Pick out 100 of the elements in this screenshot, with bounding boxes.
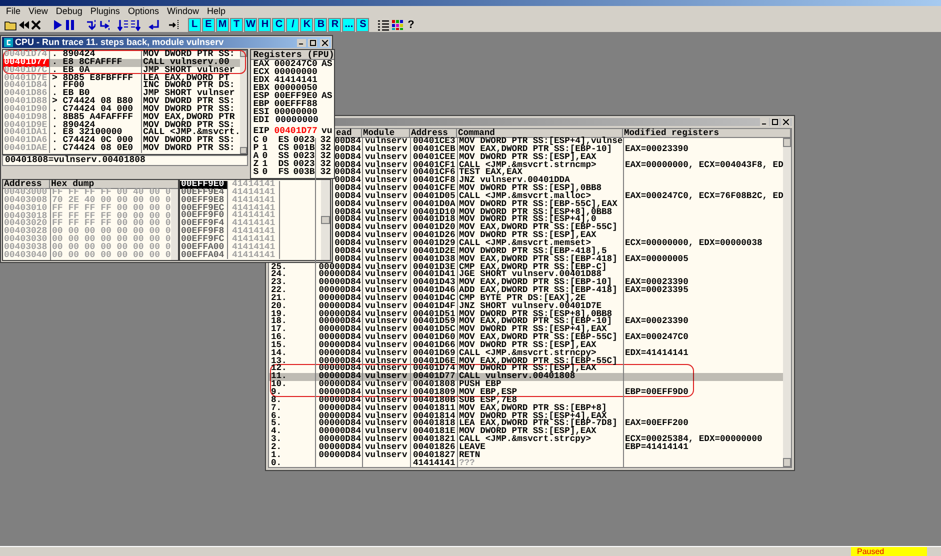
toolbar-button[interactable]: S <box>356 18 370 32</box>
toolbar-button[interactable]: B <box>314 18 328 32</box>
address-cell-text: 00403010 <box>3 204 48 213</box>
toolbar-button[interactable]: W <box>244 18 258 32</box>
maximize-button[interactable] <box>770 118 779 126</box>
address-cell-text: 00403000 <box>3 189 48 197</box>
menu-item[interactable]: Plugins <box>86 6 124 17</box>
toolbar-button[interactable]: E <box>202 18 215 32</box>
address-cell: 00401D20 <box>410 224 457 232</box>
address-cell-text: 00401D74 <box>3 51 48 59</box>
address-cell-text: 00EFF9F0 <box>180 212 226 220</box>
register-value[interactable]: 00EFFF88 <box>274 100 318 108</box>
address-cell: 00401D69 <box>410 350 457 358</box>
address-cell: 00401D6E <box>410 358 457 366</box>
index-cell-text: 24. <box>270 271 288 280</box>
flag-name: C <box>253 136 260 144</box>
register-value[interactable]: 00000000 <box>274 108 318 116</box>
thread-cell: 00000D84 <box>315 381 362 389</box>
scrollbar[interactable] <box>783 138 791 468</box>
maximize-button[interactable] <box>308 38 317 46</box>
thread-cell: 00000D84 <box>315 404 362 413</box>
menu-item[interactable]: Window <box>162 6 203 17</box>
address-cell-text: 00403008 <box>3 196 48 205</box>
toolbar-button[interactable]: C <box>272 18 286 32</box>
column-header[interactable]: Address <box>410 129 457 138</box>
thread-cell: 00000D84 <box>315 279 362 288</box>
help-button[interactable]: ? <box>405 18 416 32</box>
flag-name: S <box>253 168 260 176</box>
command-cell: ADD EAX,DWORD PTR SS:[EBP-418] <box>457 287 623 295</box>
register-name: ESI <box>253 108 270 116</box>
menu-item[interactable]: Options <box>124 6 163 17</box>
address-cell-text: 00403038 <box>3 244 48 252</box>
command-cell: CALL <JMP.&msvcrt.malloc> <box>457 192 623 201</box>
command-cell: MOV EAX,DWORD PTR SS:[EBP-55C] <box>457 334 623 342</box>
pane-header: Registers (FPU) <box>251 50 334 60</box>
thread-cell: 00000D84 <box>315 373 362 382</box>
address-cell-text: 00401D9E <box>3 122 48 130</box>
address-cell-text: 00403030 <box>3 236 48 244</box>
register-name: EDI <box>253 116 270 124</box>
column-header[interactable]: Address <box>3 180 50 189</box>
index-cell-text: 21. <box>270 294 288 303</box>
address-cell: 00401821 <box>410 436 457 444</box>
address-cell-text: 00403028 <box>3 228 48 236</box>
toolbar-button[interactable]: K <box>300 18 314 32</box>
register-value[interactable]: 00401D77 <box>274 127 318 135</box>
toolbar-button[interactable]: M <box>216 18 229 32</box>
value-cell: 41414141 <box>227 212 279 220</box>
minimize-button[interactable] <box>297 38 306 46</box>
address-cell: 00401D51 <box>410 310 457 318</box>
register-value[interactable]: 00000000 <box>274 116 320 124</box>
thread-cell: 00000D84 <box>315 310 362 318</box>
index-cell-text: 18. <box>270 318 288 326</box>
scrollbar[interactable] <box>240 50 248 154</box>
play-icon[interactable] <box>52 18 63 30</box>
value-cell: 41414141 <box>227 196 279 205</box>
scrollbar[interactable] <box>321 180 330 260</box>
module-cell: vulnserv <box>362 192 410 201</box>
value-cell: 41414141 <box>227 188 279 197</box>
module-cell: vulnserv <box>362 232 410 240</box>
toolbar-button[interactable]: L <box>188 18 201 32</box>
minimize-button[interactable] <box>760 118 769 126</box>
toolbar-button[interactable]: R <box>328 18 342 32</box>
address-cell-text: 00401D98 <box>3 114 48 122</box>
address-cell: 00401D0A <box>410 200 457 209</box>
register-value[interactable]: 00000000 <box>274 68 318 76</box>
thread-cell: 00000D84 <box>315 365 362 374</box>
menu-item[interactable]: View <box>24 6 52 17</box>
register-value[interactable]: 00EFF9E0 <box>274 92 318 100</box>
thread-cell: 00000D84 <box>315 420 362 428</box>
toolbar-button[interactable]: H <box>258 18 272 32</box>
index-cell-text: 8. <box>270 396 283 405</box>
grid-icon[interactable] <box>391 18 404 30</box>
menu-item[interactable]: Debug <box>52 6 86 17</box>
menu-item[interactable]: Help <box>202 6 230 17</box>
command-cell: MOV DWORD PTR SS:[ESP],EAX <box>457 428 623 436</box>
address-cell-text: 00401DA1 <box>3 129 48 138</box>
column-header[interactable]: Module <box>362 129 410 138</box>
command-cell: TEST EAX,EAX <box>457 169 623 178</box>
address-cell-text: 00EFF9E4 <box>180 188 226 197</box>
module-cell: vulnserv <box>362 154 410 162</box>
close-button[interactable] <box>781 118 790 126</box>
register-value[interactable]: 41414141 <box>274 76 318 84</box>
module-cell: vulnserv <box>362 381 410 389</box>
module-cell: vulnserv <box>362 208 410 216</box>
close-icon[interactable] <box>31 20 41 30</box>
scrollbar[interactable] <box>170 189 178 260</box>
index-cell-text: 17. <box>270 326 288 334</box>
address-cell: 00401814 <box>410 412 457 420</box>
menu-item[interactable]: File <box>2 6 25 17</box>
close-button[interactable] <box>320 38 329 46</box>
command-cell: MOV EBP,ESP <box>457 389 623 397</box>
module-cell: vulnserv <box>362 302 410 311</box>
list-icon[interactable] <box>377 18 390 30</box>
pause-icon[interactable] <box>64 18 75 30</box>
register-value[interactable]: 000247C0 <box>274 60 318 68</box>
register-value[interactable]: 00000050 <box>274 84 318 92</box>
toolbar-button[interactable]: / <box>286 18 300 32</box>
toolbar-button[interactable]: ... <box>342 18 356 32</box>
module-cell: vulnserv <box>362 146 410 154</box>
toolbar-button[interactable]: T <box>230 18 243 32</box>
